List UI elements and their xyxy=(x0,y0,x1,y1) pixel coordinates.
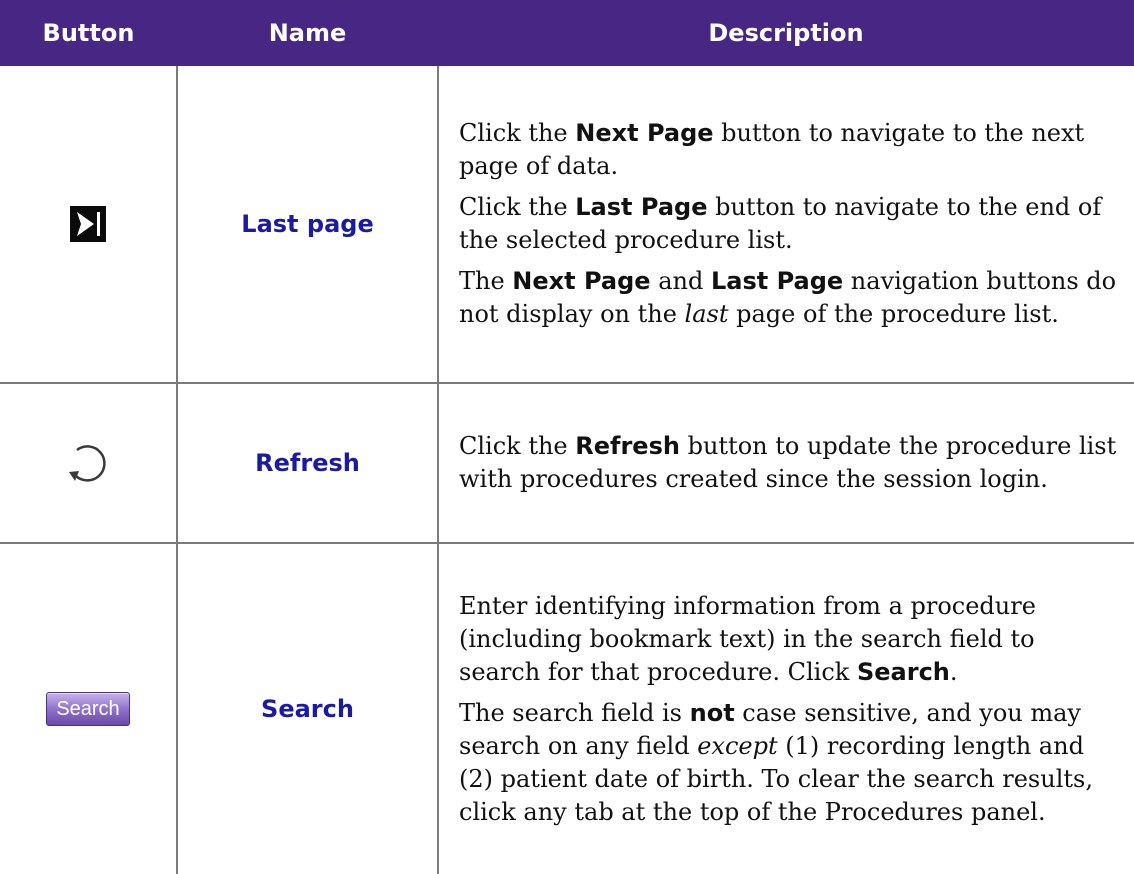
description-paragraph: The Next Page and Last Page navigation b… xyxy=(459,265,1118,331)
button-cell: Search xyxy=(0,543,177,874)
description-paragraph: Click the Last Page button to navigate t… xyxy=(459,191,1118,257)
description-cell: Enter identifying information from a pro… xyxy=(437,543,1134,874)
desc-bold: Search xyxy=(856,657,950,686)
desc-bold: Refresh xyxy=(575,432,680,460)
description-cell: Click the Next Page button to navigate t… xyxy=(437,66,1134,384)
button-cell xyxy=(0,383,177,544)
last-page-icon[interactable] xyxy=(70,206,106,242)
desc-text: . xyxy=(949,657,958,686)
desc-text: The xyxy=(459,267,513,295)
description-paragraph: The search field is not case sensitive, … xyxy=(459,697,1118,829)
description-paragraph: Click the Refresh button to update the p… xyxy=(459,430,1118,496)
desc-text: page of the procedure list. xyxy=(728,300,1059,328)
description-cell: Click the Refresh button to update the p… xyxy=(437,383,1134,544)
table-row-last-page: Last page Click the Next Page button to … xyxy=(0,66,1134,384)
description-paragraph: Click the Next Page button to navigate t… xyxy=(459,117,1118,183)
refresh-icon[interactable] xyxy=(63,438,113,488)
search-button[interactable]: Search xyxy=(46,692,130,726)
desc-bold: Next Page xyxy=(575,119,714,147)
header-button: Button xyxy=(0,0,177,66)
desc-text: The search field is xyxy=(459,698,690,727)
name-cell: Search xyxy=(176,543,438,874)
name-cell: Refresh xyxy=(176,383,438,544)
desc-text: Click the xyxy=(459,119,576,147)
desc-bold: Last Page xyxy=(710,267,844,295)
desc-italic: except xyxy=(697,731,778,760)
header-description: Description xyxy=(438,0,1134,66)
desc-bold: not xyxy=(689,698,735,727)
table-row-refresh: Refresh Click the Refresh button to upda… xyxy=(0,383,1134,544)
button-cell xyxy=(0,66,177,384)
desc-text: Click the xyxy=(459,193,576,221)
table-row-search: Search Search Enter identifying informat… xyxy=(0,543,1134,874)
desc-text: Click the xyxy=(459,432,576,460)
desc-bold: Next Page xyxy=(512,267,651,295)
button-reference-table: Button Name Description Last page Click … xyxy=(0,0,1134,874)
description-paragraph: Enter identifying information from a pro… xyxy=(459,590,1118,689)
header-row: Button Name Description xyxy=(0,0,1134,66)
name-cell: Last page xyxy=(176,66,438,384)
desc-italic: last xyxy=(684,300,729,328)
desc-text: and xyxy=(650,267,711,295)
desc-bold: Last Page xyxy=(575,193,708,221)
header-name: Name xyxy=(177,0,438,66)
